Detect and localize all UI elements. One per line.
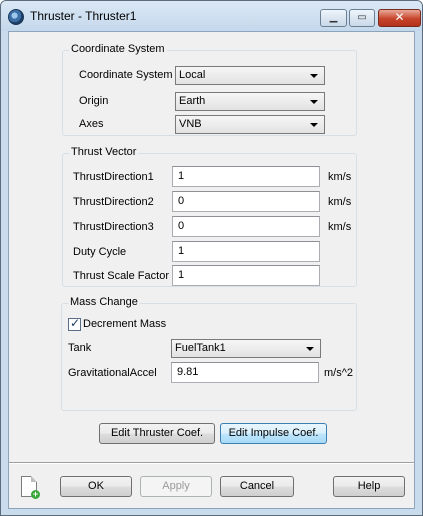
checkmark-icon: ✓ xyxy=(70,316,81,330)
decrement-mass-label[interactable]: Decrement Mass xyxy=(83,318,166,330)
show-script-icon[interactable]: + xyxy=(21,476,40,499)
decrement-mass-checkbox[interactable]: ✓ xyxy=(68,316,81,331)
coordinate-system-group: Coordinate System Coordinate System Loca… xyxy=(62,43,357,136)
footer-separator xyxy=(9,462,414,464)
add-icon: + xyxy=(31,489,40,499)
thrust-scale-factor-input[interactable]: 1 xyxy=(172,265,320,286)
page-fold-icon xyxy=(31,476,37,482)
close-button[interactable]: ✕ xyxy=(378,9,421,27)
mass-change-group-label: Mass Change xyxy=(68,296,140,308)
minimize-button[interactable]: ▁ xyxy=(320,9,347,27)
coordinate-system-dropdown[interactable]: Local xyxy=(175,66,325,85)
origin-label: Origin xyxy=(79,95,109,107)
edit-thruster-coef-button[interactable]: Edit Thruster Coef. xyxy=(99,423,215,444)
minimize-icon: ▁ xyxy=(329,12,338,23)
thrust-direction1-unit: km/s xyxy=(328,171,352,183)
edit-impulse-coef-button[interactable]: Edit Impulse Coef. xyxy=(220,423,327,444)
axes-dropdown[interactable]: VNB xyxy=(175,115,325,134)
title-bar[interactable]: Thruster - Thruster1 ▁ ▭ ✕ xyxy=(1,1,422,31)
gmat-app-icon xyxy=(8,9,24,25)
thrust-direction3-label: ThrustDirection3 xyxy=(73,221,154,233)
ok-button[interactable]: OK xyxy=(60,476,132,497)
thrust-direction3-input[interactable]: 0 xyxy=(172,216,320,237)
gravitational-accel-label: GravitationalAccel xyxy=(68,367,157,379)
dialog-client-area: Coordinate System Coordinate System Loca… xyxy=(8,31,415,509)
duty-cycle-label: Duty Cycle xyxy=(73,246,127,258)
window-title: Thruster - Thruster1 xyxy=(30,9,137,23)
coordinate-system-value: Local xyxy=(179,69,206,81)
apply-button[interactable]: Apply xyxy=(140,476,212,497)
tank-value: FuelTank1 xyxy=(175,342,226,354)
coordinate-system-group-label: Coordinate System xyxy=(69,43,167,55)
origin-value: Earth xyxy=(179,95,206,107)
chevron-down-icon xyxy=(306,347,314,351)
duty-cycle-input[interactable]: 1 xyxy=(172,241,320,262)
close-icon: ✕ xyxy=(394,10,405,24)
thrust-direction1-input[interactable]: 1 xyxy=(172,166,320,187)
chevron-down-icon xyxy=(310,100,318,104)
chevron-down-icon xyxy=(310,74,318,78)
thrust-direction2-unit: km/s xyxy=(328,196,352,208)
thrust-direction2-input[interactable]: 0 xyxy=(172,191,320,212)
gravitational-accel-input[interactable]: 9.81 xyxy=(171,362,319,383)
origin-dropdown[interactable]: Earth xyxy=(175,92,325,111)
thrust-direction1-label: ThrustDirection1 xyxy=(73,171,154,183)
tank-dropdown[interactable]: FuelTank1 xyxy=(171,339,321,358)
tank-label: Tank xyxy=(68,342,92,354)
coordinate-system-label: Coordinate System xyxy=(79,69,173,81)
gravitational-accel-unit: m/s^2 xyxy=(324,367,353,379)
thrust-vector-group-label: Thrust Vector xyxy=(69,146,139,158)
cancel-button[interactable]: Cancel xyxy=(220,476,294,497)
mass-change-group: Mass Change ✓ Decrement Mass Tank FuelTa… xyxy=(61,296,357,411)
thrust-direction3-unit: km/s xyxy=(328,221,352,233)
maximize-icon: ▭ xyxy=(357,12,367,23)
help-button[interactable]: Help xyxy=(333,476,405,497)
maximize-button[interactable]: ▭ xyxy=(349,9,375,27)
axes-value: VNB xyxy=(179,118,202,130)
thruster-dialog-window: Thruster - Thruster1 ▁ ▭ ✕ Coordinate Sy… xyxy=(0,0,423,516)
thrust-direction2-label: ThrustDirection2 xyxy=(73,196,154,208)
thrust-vector-group: Thrust Vector ThrustDirection1 1 km/s Th… xyxy=(62,146,357,287)
thrust-scale-factor-label: Thrust Scale Factor xyxy=(73,270,169,282)
chevron-down-icon xyxy=(310,123,318,127)
axes-label: Axes xyxy=(79,118,104,130)
